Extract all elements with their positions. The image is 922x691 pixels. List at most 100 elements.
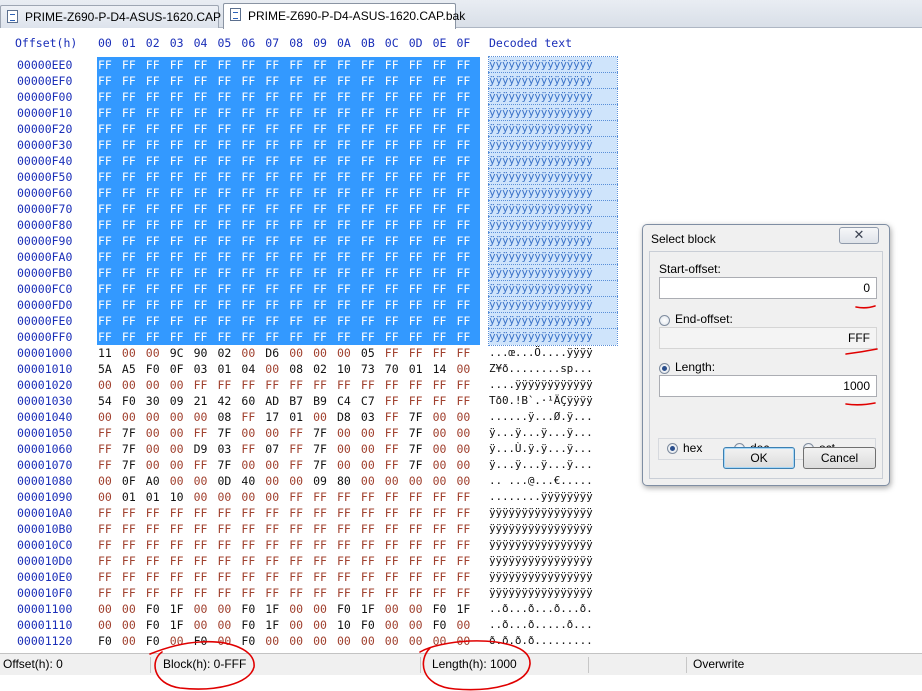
hex-byte[interactable]: FF [144, 89, 169, 105]
hex-byte[interactable]: 9C [169, 345, 191, 361]
hex-byte[interactable]: C4 [336, 393, 358, 409]
hex-byte[interactable]: FF [144, 169, 169, 185]
hex-byte[interactable]: FF [432, 489, 454, 505]
decoded-text[interactable]: ÿÿÿÿÿÿÿÿÿÿÿÿÿÿÿÿ [488, 216, 618, 234]
hex-byte[interactable]: FF [456, 521, 478, 537]
hex-byte[interactable]: FF [455, 329, 480, 345]
hex-byte[interactable]: FF [336, 137, 360, 153]
hex-byte[interactable]: FF [336, 185, 360, 201]
hex-byte[interactable]: FF [384, 393, 406, 409]
hex-byte[interactable]: FF [456, 345, 478, 361]
hex-byte[interactable]: C7 [360, 393, 382, 409]
hex-byte[interactable]: FF [407, 169, 432, 185]
hex-row[interactable]: 00001010 5A A5 F0 0F 03 01 04 00 08 02 10 73 70 01 14 00… [0, 361, 622, 377]
hex-byte[interactable]: FF [144, 57, 169, 73]
hex-byte[interactable]: FF [192, 217, 217, 233]
hex-byte[interactable]: FF [359, 281, 384, 297]
hex-byte[interactable]: 00 [432, 441, 454, 457]
hex-byte[interactable]: 01 [408, 361, 430, 377]
hex-byte[interactable]: FF [432, 585, 454, 601]
hex-byte[interactable]: FF [359, 57, 384, 73]
hex-byte[interactable]: FF [97, 153, 121, 169]
hex-byte[interactable]: FF [312, 585, 334, 601]
hex-byte[interactable]: FF [192, 121, 217, 137]
decoded-text[interactable]: .. ...@...€..... [489, 473, 617, 489]
hex-byte[interactable]: FF [168, 57, 193, 73]
hex-byte[interactable]: F0 [193, 633, 215, 649]
hex-byte[interactable]: FF [384, 457, 406, 473]
decoded-text[interactable]: ......ÿ...Ø.ÿ... [489, 409, 617, 425]
hex-byte[interactable]: 00 [97, 409, 119, 425]
hex-byte[interactable]: FF [120, 153, 145, 169]
hex-byte[interactable]: F0 [121, 393, 143, 409]
hex-row[interactable]: 00001000 11 00 00 9C 90 02 00 D6 00 00 00 05 FF FF FF FF… [0, 345, 622, 361]
hex-byte[interactable]: FF [455, 249, 480, 265]
hex-byte[interactable]: FF [97, 553, 119, 569]
hex-byte[interactable]: 00 [456, 617, 478, 633]
hex-byte[interactable]: FF [359, 201, 384, 217]
hex-row[interactable]: 00000F80 FF FF FF FF FF FF FF FF FF FF FF FF FF FF FF FF… [0, 216, 622, 234]
cancel-button[interactable]: Cancel [803, 447, 876, 469]
decoded-text[interactable]: ÿÿÿÿÿÿÿÿÿÿÿÿÿÿÿÿ [488, 280, 618, 298]
hex-byte[interactable]: FF [431, 233, 456, 249]
hex-byte[interactable]: FF [240, 409, 262, 425]
hex-byte[interactable]: FF [383, 121, 408, 137]
hex-byte[interactable]: FF [168, 297, 193, 313]
hex-byte[interactable]: 00 [288, 345, 310, 361]
hex-byte[interactable]: FF [432, 393, 454, 409]
hex-byte[interactable]: 01 [145, 489, 167, 505]
hex-byte[interactable]: 00 [312, 409, 334, 425]
hex-byte[interactable]: 00 [121, 633, 143, 649]
hex-byte[interactable]: 00 [456, 473, 478, 489]
hex-byte[interactable]: FF [288, 265, 313, 281]
hex-byte[interactable]: FF [360, 521, 382, 537]
hex-byte[interactable]: FF [407, 329, 432, 345]
hex-byte[interactable]: 05 [360, 345, 382, 361]
hex-byte[interactable]: A0 [145, 473, 167, 489]
hex-byte[interactable]: FF [264, 121, 289, 137]
hex-byte[interactable]: FF [312, 265, 337, 281]
hex-byte[interactable]: FF [456, 505, 478, 521]
hex-byte[interactable]: FF [312, 281, 337, 297]
hex-byte[interactable]: 7F [121, 425, 143, 441]
decoded-text[interactable]: ÿÿÿÿÿÿÿÿÿÿÿÿÿÿÿÿ [489, 585, 617, 601]
hex-byte[interactable]: FF [384, 409, 406, 425]
hex-byte[interactable]: AD [264, 393, 286, 409]
hex-byte[interactable]: 30 [145, 393, 167, 409]
hex-byte[interactable]: FF [97, 217, 121, 233]
hex-byte[interactable]: 00 [288, 633, 310, 649]
hex-byte[interactable]: F0 [145, 361, 167, 377]
hex-byte[interactable]: FF [97, 313, 121, 329]
hex-byte[interactable]: FF [145, 585, 167, 601]
hex-byte[interactable]: FF [264, 185, 289, 201]
hex-byte[interactable]: FF [408, 585, 430, 601]
hex-byte[interactable]: FF [359, 185, 384, 201]
hex-byte[interactable]: FF [168, 217, 193, 233]
hex-byte[interactable]: FF [312, 73, 337, 89]
hex-byte[interactable]: 00 [240, 345, 262, 361]
hex-byte[interactable]: FF [97, 169, 121, 185]
hex-byte[interactable]: FF [97, 73, 121, 89]
decoded-text[interactable]: ..ð...ð.....ð... [489, 617, 617, 633]
hex-byte[interactable]: FF [216, 249, 241, 265]
hex-byte[interactable]: FF [240, 377, 262, 393]
hex-byte[interactable]: FF [431, 89, 456, 105]
hex-byte[interactable]: FF [336, 89, 360, 105]
hex-byte[interactable]: FF [383, 137, 408, 153]
hex-byte[interactable]: FF [264, 313, 289, 329]
hex-byte[interactable]: FF [121, 537, 143, 553]
hex-byte[interactable]: FF [336, 569, 358, 585]
hex-row[interactable]: 00000F50 FF FF FF FF FF FF FF FF FF FF FF FF FF FF FF FF… [0, 168, 622, 186]
hex-byte[interactable]: FF [240, 89, 265, 105]
hex-byte[interactable]: 00 [240, 489, 262, 505]
hex-byte[interactable]: FF [145, 553, 167, 569]
hex-byte[interactable]: FF [97, 185, 121, 201]
decoded-text[interactable]: ÿÿÿÿÿÿÿÿÿÿÿÿÿÿÿÿ [489, 569, 617, 585]
hex-byte[interactable]: FF [264, 553, 286, 569]
hex-byte[interactable]: FF [408, 569, 430, 585]
hex-byte[interactable]: 00 [408, 601, 430, 617]
hex-byte[interactable]: FF [216, 137, 241, 153]
hex-byte[interactable]: 00 [169, 633, 191, 649]
hex-byte[interactable]: FF [312, 233, 337, 249]
decoded-text[interactable]: ÿÿÿÿÿÿÿÿÿÿÿÿÿÿÿÿ [488, 200, 618, 218]
